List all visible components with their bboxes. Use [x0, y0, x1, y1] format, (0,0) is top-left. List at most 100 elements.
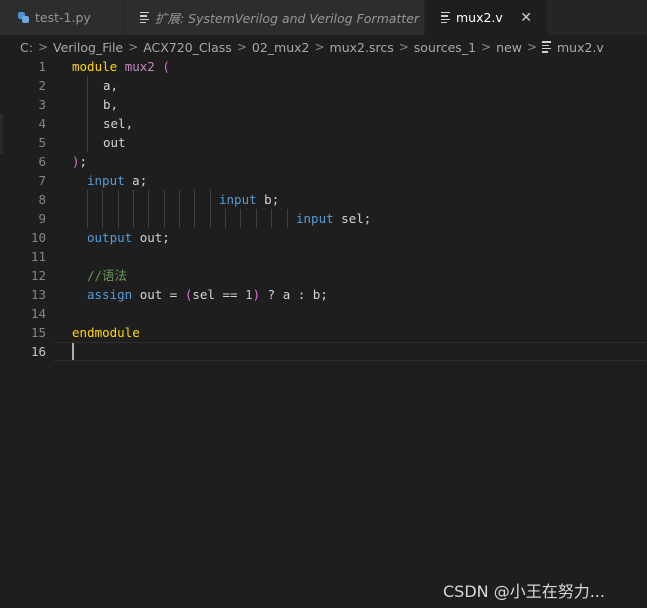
indent-guide	[87, 209, 88, 228]
keyword-input: input	[219, 192, 257, 207]
indent-guide	[271, 209, 272, 228]
tab-bar: test-1.py 扩展: SystemVerilog and Verilog …	[0, 0, 647, 35]
indent-guide	[102, 209, 103, 228]
indent-guide	[194, 190, 195, 209]
indent-guide	[164, 190, 165, 209]
keyword-input: input	[296, 211, 334, 226]
chevron-right-icon: >	[526, 40, 537, 54]
breadcrumb-file[interactable]: mux2.v	[542, 40, 604, 55]
code-line: 12 //语法	[0, 266, 647, 285]
breadcrumb-item[interactable]: Verilog_File	[53, 40, 123, 55]
number-literal: 1	[245, 287, 253, 302]
breadcrumb-item[interactable]: new	[496, 40, 522, 55]
close-icon[interactable]: ✕	[520, 10, 532, 26]
indent-guide	[179, 209, 180, 228]
tab-label: 扩展: SystemVerilog and Verilog Formatter	[155, 11, 420, 26]
current-line-highlight	[54, 342, 647, 361]
code-line: 14	[0, 304, 647, 323]
close-paren: )	[252, 287, 261, 302]
breadcrumb-item[interactable]: mux2.srcs	[330, 40, 394, 55]
module-name: mux2	[124, 59, 155, 74]
indent-guide	[87, 95, 88, 114]
port-out: out	[103, 135, 126, 150]
indent-guide	[164, 209, 165, 228]
watermark: CSDN @小王在努力...	[443, 582, 605, 601]
breadcrumb-file-label: mux2.v	[557, 39, 604, 55]
line-number: 2	[38, 78, 46, 93]
breadcrumb-item[interactable]: 02_mux2	[252, 40, 310, 55]
python-file-icon	[18, 12, 29, 23]
indent-guide	[87, 190, 88, 209]
indent-guide	[133, 209, 134, 228]
decl-sel: sel;	[341, 211, 372, 226]
breadcrumb-item[interactable]: ACX720_Class	[143, 40, 232, 55]
chevron-right-icon: >	[128, 40, 139, 54]
line-number: 10	[30, 230, 46, 245]
extension-preview-icon	[140, 11, 149, 24]
tab-extension-formatter[interactable]: 扩展: SystemVerilog and Verilog Formatter	[124, 0, 425, 35]
keyword-input: input	[87, 173, 125, 188]
code-line: 6 );	[0, 152, 647, 171]
indent-guide	[148, 209, 149, 228]
breadcrumb: C: > Verilog_File > ACX720_Class > 02_mu…	[20, 37, 604, 57]
indent-guide	[102, 190, 103, 209]
line-number: 3	[38, 97, 46, 112]
indent-guide	[118, 190, 119, 209]
indent-guide	[210, 209, 211, 228]
code-editor[interactable]: 1 module mux2 ( 2 a, 3 b, 4 sel, 5 out 6…	[0, 57, 647, 608]
chevron-right-icon: >	[398, 40, 409, 54]
indent-guide	[87, 76, 88, 95]
assign-rest: ? a : b;	[260, 287, 328, 302]
line-number: 12	[30, 268, 46, 283]
line-number: 8	[38, 192, 46, 207]
indent-guide	[148, 190, 149, 209]
chevron-right-icon: >	[481, 40, 492, 54]
indent-guide	[133, 190, 134, 209]
line-number: 13	[30, 287, 46, 302]
code-line: 2 a,	[0, 76, 647, 95]
line-number: 7	[38, 173, 46, 188]
chevron-right-icon: >	[314, 40, 325, 54]
semicolon: ;	[79, 154, 88, 169]
keyword-module: module	[72, 59, 118, 74]
indent-guide	[179, 190, 180, 209]
keyword-assign: assign	[87, 287, 133, 302]
indent-guide	[87, 133, 88, 152]
line-number: 1	[38, 59, 46, 74]
code-line: 8 input b;	[0, 190, 647, 209]
port-sel: sel,	[103, 116, 134, 131]
keyword-output: output	[87, 230, 133, 245]
chevron-right-icon: >	[37, 40, 49, 54]
current-line[interactable]: 16	[0, 342, 647, 361]
indent-guide	[118, 209, 119, 228]
close-paren: )	[72, 154, 80, 169]
code-line: 10 output out;	[0, 228, 647, 247]
breadcrumb-item[interactable]: sources_1	[414, 40, 476, 55]
code-line: 5 out	[0, 133, 647, 152]
text-file-icon	[542, 41, 551, 53]
tab-test-1-py[interactable]: test-1.py	[0, 0, 124, 35]
code-line: 9 input sel;	[0, 209, 647, 228]
indent-guide	[210, 190, 211, 209]
code-line: 4 sel,	[0, 114, 647, 133]
line-number: 15	[30, 325, 46, 340]
line-number: 14	[30, 306, 46, 321]
indent-guide	[194, 209, 195, 228]
assign-lhs: out =	[139, 287, 185, 302]
line-number: 16	[30, 344, 46, 359]
indent-guide	[87, 114, 88, 133]
code-line: 11	[0, 247, 647, 266]
line-number: 11	[30, 249, 46, 264]
line-number: 9	[38, 211, 46, 226]
comment: //语法	[87, 268, 128, 283]
code-line: 1 module mux2 (	[0, 57, 647, 76]
tab-mux2-v[interactable]: mux2.v ✕	[425, 0, 547, 35]
decl-out: out;	[139, 230, 170, 245]
tab-label: test-1.py	[35, 10, 91, 25]
breadcrumb-item[interactable]: C:	[20, 40, 33, 55]
code-line: 3 b,	[0, 95, 647, 114]
code-line: 7 input a;	[0, 171, 647, 190]
line-number: 6	[38, 154, 46, 169]
decl-b: b;	[264, 192, 280, 207]
keyword-endmodule: endmodule	[72, 325, 140, 340]
